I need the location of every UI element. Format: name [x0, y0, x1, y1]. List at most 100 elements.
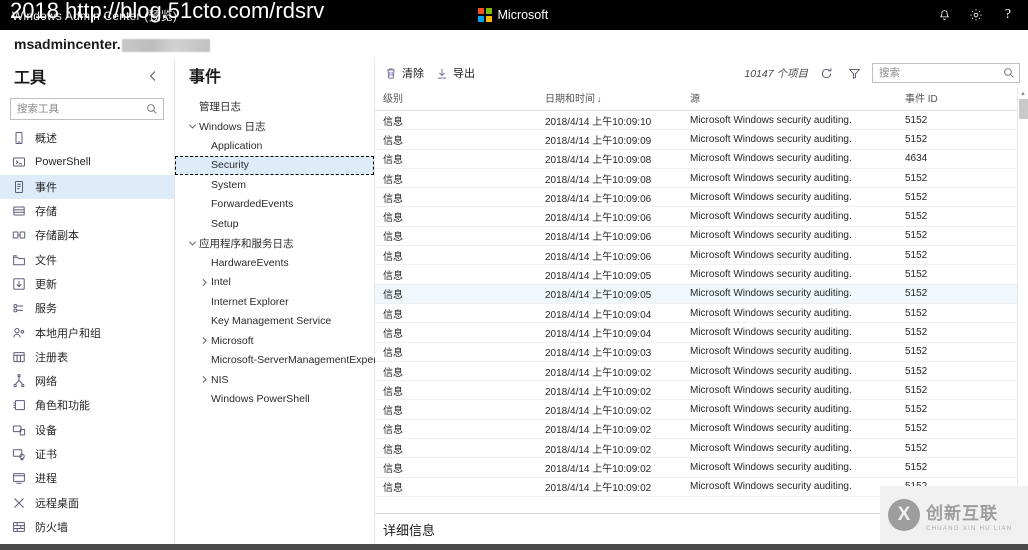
tree-node-8[interactable]: HardwareEvents — [175, 253, 374, 273]
table-row[interactable]: 信息 2018/4/14 上午10:09:09 Microsoft Windows … — [375, 129, 1028, 150]
cell-event-id: 5152 — [905, 303, 1025, 324]
sidebar-item-14[interactable]: 进程 — [0, 466, 174, 490]
table-row[interactable]: 信息 2018/4/14 上午10:09:02 Microsoft Windows … — [375, 419, 1028, 440]
chevron-right-icon[interactable] — [197, 334, 211, 348]
grid-search-box[interactable] — [872, 63, 1020, 83]
chevron-right-icon[interactable] — [197, 373, 211, 387]
sidebar-item-12[interactable]: 设备 — [0, 418, 174, 442]
table-row[interactable]: 信息 2018/4/14 上午10:09:04 Microsoft Windows … — [375, 322, 1028, 343]
tree-node-5[interactable]: ForwardedEvents — [175, 195, 374, 215]
tree-node-15[interactable]: Windows PowerShell — [175, 390, 374, 410]
sidebar-item-2[interactable]: 事件 — [0, 174, 174, 199]
table-row[interactable]: 信息 2018/4/14 上午10:09:02 Microsoft Windows … — [375, 438, 1028, 459]
export-log-button[interactable]: 导出 — [434, 60, 485, 86]
sidebar-item-label: 网络 — [35, 376, 57, 389]
table-row[interactable]: 信息 2018/4/14 上午10:09:04 Microsoft Windows … — [375, 303, 1028, 324]
sidebar-item-5[interactable]: 文件 — [0, 247, 174, 271]
tree-node-6[interactable]: Setup — [175, 214, 374, 234]
column-header-date[interactable]: 日期和时间 ↓ — [545, 88, 690, 111]
cell-source: Microsoft Windows security auditing. — [690, 187, 905, 208]
sidebar-item-7[interactable]: 服务 — [0, 296, 174, 320]
tree-node-14[interactable]: NIS — [175, 370, 374, 390]
scrollbar-thumb[interactable] — [1019, 99, 1028, 119]
tree-node-4[interactable]: System — [175, 175, 374, 195]
sidebar-item-0[interactable]: 概述 — [0, 126, 174, 150]
tree-node-1[interactable]: Windows 日志 — [175, 117, 374, 137]
tools-title: 工具 — [14, 70, 47, 87]
tree-node-2[interactable]: Application — [175, 136, 374, 156]
sidebar-item-8[interactable]: 本地用户和组 — [0, 320, 174, 344]
cell-level: 信息 — [375, 457, 545, 478]
column-header-event-id[interactable]: 事件 ID — [905, 88, 1025, 111]
table-row[interactable]: 信息 2018/4/14 上午10:09:02 Microsoft Windows … — [375, 380, 1028, 401]
table-row[interactable]: 信息 2018/4/14 上午10:09:08 Microsoft Windows … — [375, 149, 1028, 169]
column-header-level[interactable]: 级别 — [375, 88, 545, 111]
notifications-icon[interactable] — [928, 0, 960, 30]
table-row[interactable]: 信息 2018/4/14 上午10:09:02 Microsoft Windows … — [375, 361, 1028, 382]
app-title: Windows Admin Center (预览) — [12, 8, 178, 23]
table-row[interactable]: 信息 2018/4/14 上午10:09:02 Microsoft Windows … — [375, 399, 1028, 420]
sidebar-item-11[interactable]: 角色和功能 — [0, 393, 174, 417]
search-tools-input[interactable] — [11, 99, 163, 119]
sidebar-item-9[interactable]: 注册表 — [0, 345, 174, 369]
tree-node-10[interactable]: Internet Explorer — [175, 292, 374, 312]
refresh-icon[interactable] — [816, 62, 836, 84]
cell-source: Microsoft Windows security auditing. — [690, 129, 905, 150]
table-row[interactable]: 信息 2018/4/14 上午10:09:10 Microsoft Windows … — [375, 110, 1028, 131]
sidebar-item-13[interactable]: 证书 — [0, 442, 174, 466]
firewall-icon — [12, 520, 26, 534]
table-row[interactable]: 信息 2018/4/14 上午10:09:02 Microsoft Windows … — [375, 477, 1028, 497]
sidebar-item-15[interactable]: 远程桌面 — [0, 490, 174, 514]
events-table-zone: 级别 日期和时间 ↓ 源 事件 ID 信息 2018/4/14 上午10:09:10… — [375, 88, 1028, 513]
filter-icon[interactable] — [844, 62, 864, 84]
tree-node-0[interactable]: 管理日志 — [175, 97, 374, 117]
sidebar-item-6[interactable]: 更新 — [0, 272, 174, 296]
details-title: 详细信息 — [383, 522, 436, 538]
tree-node-3[interactable]: Security — [175, 155, 374, 175]
tree-node-label: Microsoft — [211, 334, 254, 347]
cell-date: 2018/4/14 上午10:09:02 — [545, 477, 690, 497]
tools-search-box[interactable] — [10, 98, 164, 120]
sidebar-item-1[interactable]: PowerShell — [0, 150, 174, 174]
table-row[interactable]: 信息 2018/4/14 上午10:09:03 Microsoft Windows … — [375, 342, 1028, 362]
table-row[interactable]: 信息 2018/4/14 上午10:09:02 Microsoft Windows … — [375, 457, 1028, 478]
tree-node-12[interactable]: Microsoft — [175, 331, 374, 351]
tree-node-11[interactable]: Key Management Service — [175, 312, 374, 332]
tools-header: 工具 — [0, 58, 174, 90]
table-row[interactable]: 信息 2018/4/14 上午10:09:08 Microsoft Windows … — [375, 168, 1028, 189]
help-icon[interactable]: ? — [992, 0, 1024, 30]
sidebar-item-16[interactable]: 防火墙 — [0, 515, 174, 539]
sidebar-item-10[interactable]: 网络 — [0, 369, 174, 393]
grid-search-input[interactable] — [873, 64, 1019, 82]
cell-source: Microsoft Windows security auditing. — [690, 457, 905, 478]
tree-node-label: System — [211, 178, 247, 191]
table-row[interactable]: 信息 2018/4/14 上午10:09:06 Microsoft Windows … — [375, 206, 1028, 227]
sidebar-item-4[interactable]: 存储副本 — [0, 223, 174, 247]
cell-date: 2018/4/14 上午10:09:09 — [545, 129, 690, 150]
sidebar-item-label: 概述 — [35, 133, 57, 146]
tree-node-13[interactable]: Microsoft-ServerManagementExperience — [175, 351, 402, 371]
clear-log-button[interactable]: 清除 — [383, 60, 434, 86]
scroll-up-arrow-icon[interactable]: ▲ — [1018, 88, 1028, 99]
table-row[interactable]: 信息 2018/4/14 上午10:09:06 Microsoft Windows … — [375, 245, 1028, 266]
table-row[interactable]: 信息 2018/4/14 上午10:09:05 Microsoft Windows … — [375, 264, 1028, 285]
chevron-right-icon[interactable] — [197, 275, 211, 289]
column-header-source[interactable]: 源 — [690, 88, 905, 111]
sort-descending-icon: ↓ — [597, 94, 602, 104]
tree-node-7[interactable]: 应用程序和服务日志 — [175, 234, 374, 254]
tree-node-9[interactable]: Intel — [175, 273, 374, 293]
table-row[interactable]: 信息 2018/4/14 上午10:09:05 Microsoft Windows … — [375, 284, 1028, 304]
chevron-down-icon[interactable] — [185, 119, 199, 133]
sidebar-item-label: 存储 — [35, 206, 57, 219]
collapse-sidebar-chevron-left-icon[interactable] — [144, 67, 162, 85]
sidebar-item-3[interactable]: 存储 — [0, 199, 174, 223]
cell-level: 信息 — [375, 168, 545, 189]
table-row[interactable]: 信息 2018/4/14 上午10:09:06 Microsoft Windows … — [375, 187, 1028, 208]
main-content: 清除 导出 10147 个项目 搜索 级别 日期和时间 ↓ 源 事件 ID 信息… — [375, 58, 1028, 550]
chevron-down-icon[interactable] — [185, 236, 199, 250]
events-table-scrollbar[interactable]: ▲ — [1017, 88, 1028, 513]
settings-icon[interactable] — [960, 0, 992, 30]
table-row[interactable]: 信息 2018/4/14 上午10:09:06 Microsoft Windows … — [375, 226, 1028, 247]
cell-date: 2018/4/14 上午10:09:10 — [545, 110, 690, 131]
cell-date: 2018/4/14 上午10:09:05 — [545, 284, 690, 304]
